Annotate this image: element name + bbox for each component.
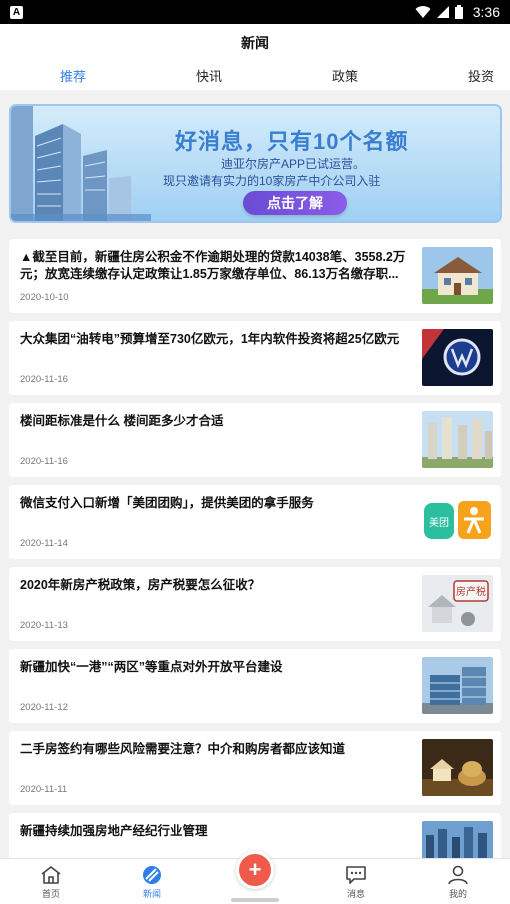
news-thumbnail [422, 411, 493, 468]
category-tabs: 推荐 快讯 政策 投资 [0, 62, 510, 90]
banner-subtitle: 迪亚尔房产APP已试运营。 [221, 157, 366, 171]
news-thumbnail [422, 329, 493, 386]
news-item[interactable]: 微信支付入口新增「美团团购」，提供美团的拿手服务 2020-11-14 美团 [9, 485, 501, 559]
svg-text:美团: 美团 [429, 516, 449, 529]
nav-messages-label: 消息 [346, 889, 365, 899]
tab-flash-news[interactable]: 快讯 [196, 66, 222, 85]
app-header: 新闻 [0, 24, 510, 62]
tab-investment[interactable]: 投资 [468, 66, 494, 85]
news-icon [143, 866, 161, 884]
news-item[interactable]: ▲截至目前，新疆住房公积金不作逾期处理的贷款14038笔、3558.2万元；放宽… [9, 239, 501, 313]
banner-description: 现只邀请有实力的10家房产中介公司入驻 [163, 174, 381, 188]
news-title: 大众集团“油转电”预算增至730亿欧元，1年内软件投资将超25亿欧元 [20, 332, 400, 346]
news-date: 2020-11-16 [20, 374, 68, 385]
news-date: 2020-11-11 [20, 784, 68, 795]
news-title: 新疆加快“一港”“两区”等重点对外开放平台建设 [20, 660, 283, 674]
news-title: 新疆持续加强房地产经纪行业管理 [20, 824, 208, 838]
news-date: 2020-11-16 [20, 456, 68, 467]
app-notification-icon: A [10, 5, 23, 19]
nav-messages[interactable]: 消息 [326, 859, 386, 904]
svg-text:房产税: 房产税 [456, 585, 486, 598]
news-thumbnail: 美团 [422, 493, 493, 550]
message-icon [346, 866, 366, 884]
gesture-bar [231, 898, 279, 902]
tab-policy[interactable]: 政策 [332, 66, 358, 85]
news-title: 2020年新房产税政策，房产税要怎么征收？ [20, 578, 261, 592]
news-thumbnail [422, 247, 493, 304]
user-icon [448, 865, 468, 885]
home-icon [41, 866, 61, 884]
nav-profile[interactable]: 我的 [428, 859, 488, 904]
news-item[interactable]: 新疆加快“一港”“两区”等重点对外开放平台建设 2020-11-12 [9, 649, 501, 723]
news-date: 2020-11-12 [20, 702, 68, 713]
news-thumbnail [422, 739, 493, 796]
wifi-icon [415, 5, 431, 18]
learn-more-button[interactable]: 点击了解 [243, 191, 347, 215]
promo-banner[interactable]: 好消息，只有10个名额 迪亚尔房产APP已试运营。 现只邀请有实力的10家房产中… [9, 104, 502, 223]
nav-profile-label: 我的 [448, 889, 467, 899]
news-date: 2020-11-14 [20, 538, 68, 549]
nav-home-label: 首页 [41, 889, 60, 899]
signal-icon [436, 6, 449, 18]
status-bar: A 3:36 [0, 0, 510, 24]
news-title: 楼间距标准是什么 楼间距多少才合适 [20, 414, 224, 428]
publish-button[interactable]: + [236, 851, 274, 889]
tab-recommended[interactable]: 推荐 [60, 66, 86, 85]
news-title: 二手房签约有哪些风险需要注意？中介和购房者都应该知道 [20, 742, 346, 756]
buildings-illustration [11, 106, 151, 221]
clock: 3:36 [472, 4, 500, 20]
news-thumbnail [422, 821, 493, 861]
news-item[interactable]: 二手房签约有哪些风险需要注意？中介和购房者都应该知道 2020-11-11 [9, 731, 501, 805]
news-item[interactable]: 大众集团“油转电”预算增至730亿欧元，1年内软件投资将超25亿欧元 2020-… [9, 321, 501, 395]
news-thumbnail [422, 657, 493, 714]
news-thumbnail: 房产税 [422, 575, 493, 632]
battery-icon [454, 5, 463, 19]
news-item[interactable]: 楼间距标准是什么 楼间距多少才合适 2020-11-16 [9, 403, 501, 477]
nav-news[interactable]: 新闻 [122, 859, 182, 904]
page-title: 新闻 [241, 35, 269, 51]
news-date: 2020-11-13 [20, 620, 68, 631]
news-item[interactable]: 2020年新房产税政策，房产税要怎么征收？ 2020-11-13 房产税 [9, 567, 501, 641]
news-date: 2020-10-10 [20, 292, 69, 303]
banner-headline: 好消息，只有10个名额 [175, 129, 409, 154]
nav-news-label: 新闻 [142, 889, 161, 899]
news-title: ▲截至目前，新疆住房公积金不作逾期处理的贷款14038笔、3558.2万元；放宽… [20, 250, 406, 281]
nav-home[interactable]: 首页 [21, 859, 81, 904]
news-title: 微信支付入口新增「美团团购」，提供美团的拿手服务 [20, 496, 314, 510]
